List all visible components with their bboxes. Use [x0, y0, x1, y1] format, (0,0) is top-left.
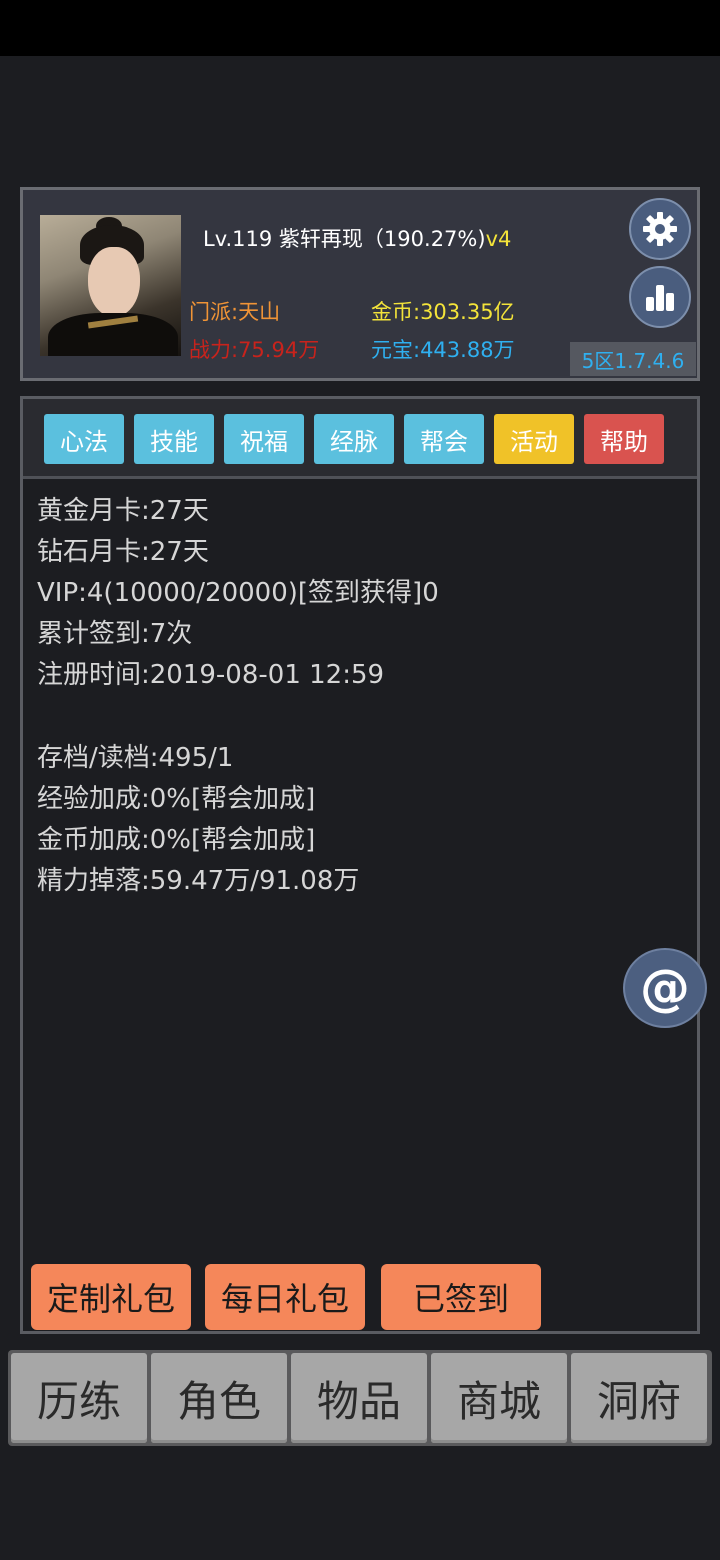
stats-button[interactable]: [629, 266, 691, 328]
gold-label: 金币:303.35亿: [371, 300, 515, 324]
tab-events[interactable]: 活动: [494, 414, 574, 464]
main-panel: 心法 技能 祝福 经脉 帮会 活动 帮助 黄金月卡:27天 钻石月卡:27天 V…: [20, 396, 700, 1334]
nav-items[interactable]: 物品: [291, 1353, 427, 1443]
player-title: Lv.119 紫轩再现（190.27%)v4: [203, 223, 511, 253]
at-icon: @: [640, 959, 690, 1017]
daily-pack-button[interactable]: 每日礼包: [205, 1264, 365, 1330]
sect-label: 门派:天山: [189, 300, 281, 324]
nav-training[interactable]: 历练: [11, 1353, 147, 1443]
tab-bar: 心法 技能 祝福 经脉 帮会 活动 帮助: [23, 399, 697, 479]
save-load-count: 存档/读档:495/1: [37, 743, 234, 773]
tab-guild[interactable]: 帮会: [404, 414, 484, 464]
custom-pack-button[interactable]: 定制礼包: [31, 1264, 191, 1330]
power-label: 战力:75.94万: [189, 338, 320, 362]
tab-xinfa[interactable]: 心法: [44, 414, 124, 464]
gold-bonus: 金币加成:0%[帮会加成]: [37, 825, 316, 855]
tab-meridian[interactable]: 经脉: [314, 414, 394, 464]
player-level-name: Lv.119 紫轩再现（190.27%): [203, 227, 486, 251]
nav-shop[interactable]: 商城: [431, 1353, 567, 1443]
bottom-nav: 历练 角色 物品 商城 洞府: [8, 1350, 712, 1446]
gear-icon: [643, 212, 677, 246]
vip-tag: v4: [485, 227, 512, 251]
checked-in-button[interactable]: 已签到: [381, 1264, 541, 1330]
tab-blessing[interactable]: 祝福: [224, 414, 304, 464]
avatar-face: [88, 247, 140, 317]
profile-card: Lv.119 紫轩再现（190.27%)v4 门派:天山 金币:303.35亿 …: [20, 187, 700, 381]
energy-drop: 精力掉落:59.47万/91.08万: [37, 866, 360, 896]
settings-button[interactable]: [629, 198, 691, 260]
avatar[interactable]: [40, 215, 181, 356]
exp-bonus: 经验加成:0%[帮会加成]: [37, 784, 316, 814]
gold-monthly-card: 黄金月卡:27天: [37, 496, 209, 526]
nav-cave[interactable]: 洞府: [571, 1353, 707, 1443]
register-time: 注册时间:2019-08-01 12:59: [37, 660, 385, 690]
server-version-badge: 5区1.7.4.6: [570, 342, 696, 376]
vip-progress: VIP:4(10000/20000)[签到获得]0: [37, 578, 439, 608]
bar-chart-icon: [646, 285, 674, 311]
tab-help[interactable]: 帮助: [584, 414, 664, 464]
diamond-monthly-card: 钻石月卡:27天: [37, 537, 209, 567]
mention-button[interactable]: @: [623, 948, 707, 1028]
yuanbao-label: 元宝:443.88万: [371, 338, 515, 362]
tab-skills[interactable]: 技能: [134, 414, 214, 464]
nav-character[interactable]: 角色: [151, 1353, 287, 1443]
status-bar: [0, 0, 720, 56]
checkin-total: 累计签到:7次: [37, 619, 193, 649]
